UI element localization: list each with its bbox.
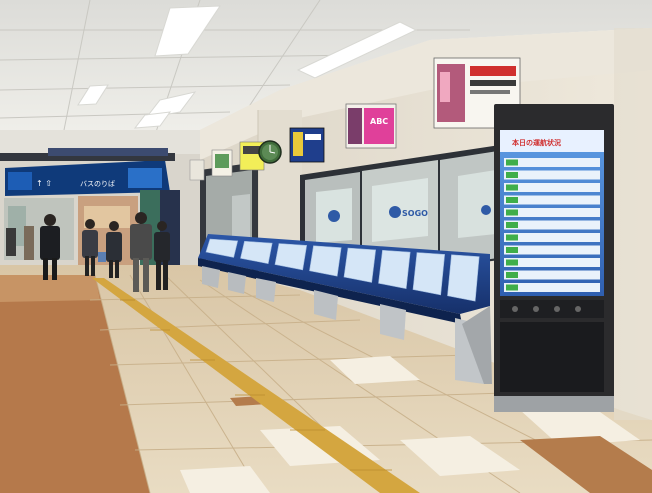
kiosk-row	[504, 233, 600, 242]
digital-kiosk: 本日の運航状況	[494, 104, 614, 412]
kiosk-row	[504, 245, 600, 255]
kiosk-status-marker	[506, 222, 518, 228]
kiosk-row	[504, 195, 600, 205]
console-screen-panel	[378, 249, 411, 289]
kiosk-status-marker	[506, 259, 518, 266]
kiosk-row	[504, 183, 600, 192]
kiosk-schedule-rows	[504, 158, 600, 292]
bus-stop-sign-text: バスのりば	[80, 179, 115, 188]
kiosk-status-marker	[506, 234, 518, 241]
kiosk-row	[504, 220, 600, 230]
kiosk-row	[504, 208, 600, 217]
kiosk-header-text: 本日の運航状況	[511, 138, 561, 147]
svg-text:↑ ⇧: ↑ ⇧	[36, 179, 52, 188]
kiosk-row	[504, 158, 600, 167]
sogo-logo-text: SOGO	[402, 209, 428, 218]
kiosk-row	[504, 283, 600, 292]
photo-canvas: ↑ ⇧ バスのりば SOGO ABC 本日の運航状況	[0, 0, 652, 493]
kiosk-row	[504, 258, 600, 267]
kiosk-status-marker	[506, 209, 518, 216]
station-concourse-photo: ↑ ⇧ バスのりば SOGO ABC 本日の運航状況	[0, 0, 652, 493]
kiosk-status-marker	[506, 284, 518, 291]
console-screen-panel	[412, 252, 445, 296]
kiosk-row	[504, 170, 600, 180]
kiosk-status-marker	[506, 159, 518, 166]
console-screen-panel	[447, 254, 480, 302]
kiosk-status-marker	[506, 184, 518, 191]
kiosk-status-marker	[506, 197, 518, 203]
kiosk-row	[504, 270, 600, 280]
kiosk-status-marker	[506, 247, 518, 253]
kiosk-status-marker	[506, 172, 518, 178]
abc-poster-text: ABC	[370, 117, 388, 126]
console-screen-panel	[343, 247, 377, 283]
kiosk-status-marker	[506, 272, 518, 278]
console-screen-panel	[309, 245, 342, 277]
